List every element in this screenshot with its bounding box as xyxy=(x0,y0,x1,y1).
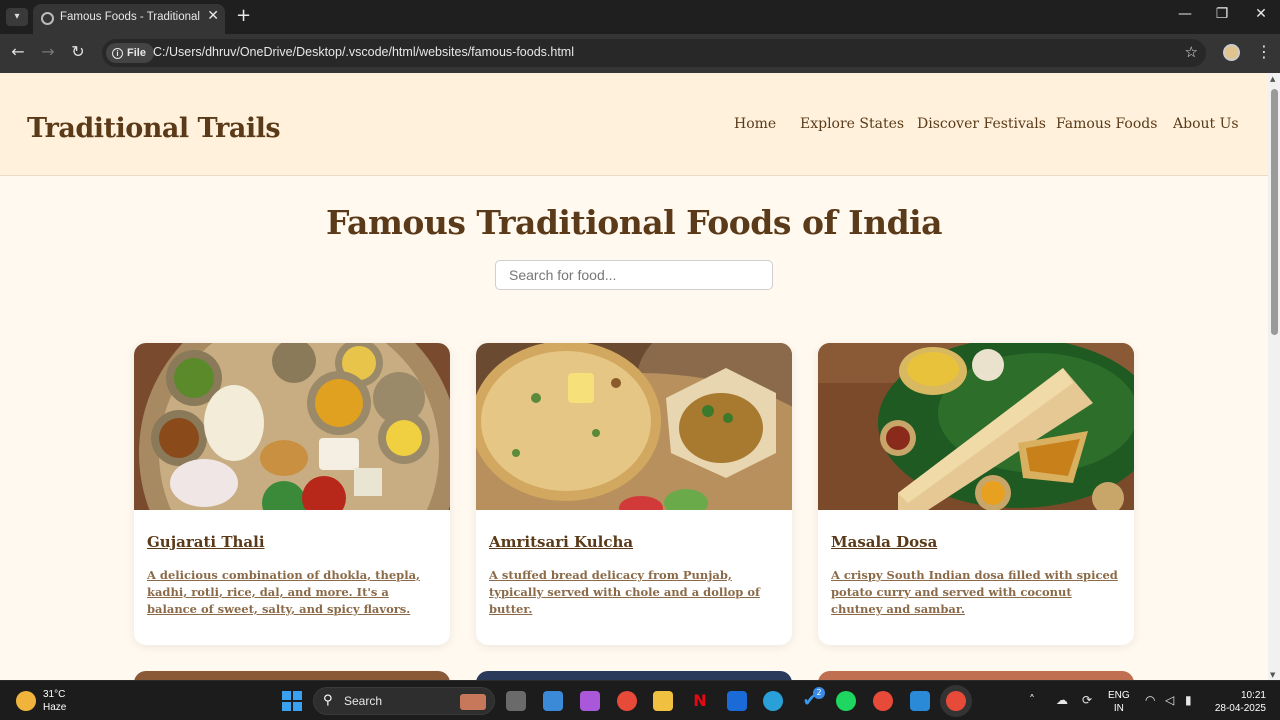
scroll-up-arrow-icon[interactable]: ▲ xyxy=(1270,75,1275,83)
tab-title: Famous Foods - Traditional Trails xyxy=(60,11,200,23)
browser-tab[interactable]: Famous Foods - Traditional Trails ✕ xyxy=(33,4,225,34)
food-description[interactable]: A crispy South Indian dosa filled with s… xyxy=(831,567,1123,618)
food-card[interactable]: Masala Dosa A crispy South Indian dosa f… xyxy=(818,343,1134,645)
browser-tab-bar: ▾ Famous Foods - Traditional Trails ✕ + … xyxy=(0,0,1280,34)
vscode-icon[interactable] xyxy=(910,691,930,711)
outlook-icon[interactable] xyxy=(727,691,747,711)
chrome-icon[interactable] xyxy=(617,691,637,711)
address-bar[interactable]: i File C:/Users/dhruv/OneDrive/Desktop/.v… xyxy=(102,39,1206,67)
scrollbar-thumb[interactable] xyxy=(1271,89,1278,335)
food-name[interactable]: Masala Dosa xyxy=(831,533,937,551)
close-tab-icon[interactable]: ✕ xyxy=(207,8,219,24)
search-icon: ⚲ xyxy=(323,693,333,708)
page-title: Famous Traditional Foods of India xyxy=(325,203,943,242)
window-close-icon[interactable]: ✕ xyxy=(1249,6,1273,22)
new-tab-icon[interactable]: + xyxy=(236,5,251,26)
battery-icon[interactable]: ▮ xyxy=(1185,693,1192,707)
weather-widget[interactable]: 31°C Haze xyxy=(43,688,66,714)
region-code: IN xyxy=(1113,703,1124,714)
amritsari-kulcha-image xyxy=(476,343,792,510)
nav-explore-states[interactable]: Explore States xyxy=(800,116,904,132)
site-info-chip[interactable]: i File xyxy=(106,43,154,63)
spotify-icon[interactable] xyxy=(836,691,856,711)
minimize-icon[interactable]: — xyxy=(1173,6,1197,22)
copilot-icon[interactable] xyxy=(580,691,600,711)
task-view-icon[interactable] xyxy=(506,691,526,711)
masala-dosa-image xyxy=(818,343,1134,510)
food-card[interactable]: Gujarati Thali A delicious combination o… xyxy=(134,343,450,645)
volume-icon[interactable]: ◁ xyxy=(1165,693,1174,707)
show-hidden-icons-icon[interactable]: ˄ xyxy=(1029,693,1035,707)
food-search-input[interactable] xyxy=(495,260,773,290)
page-scrollbar[interactable]: ▲ ▼ xyxy=(1268,73,1280,680)
reload-icon[interactable]: ↻ xyxy=(67,42,89,61)
clock[interactable]: 10:21 28-04-2025 xyxy=(1210,689,1266,715)
food-description[interactable]: A delicious combination of dhokla, thepl… xyxy=(147,567,439,618)
food-description[interactable]: A stuffed bread delicacy from Punjab, ty… xyxy=(489,567,781,618)
site-logo[interactable]: Traditional Trails xyxy=(27,113,281,144)
nav-about-us[interactable]: About Us xyxy=(1173,116,1239,132)
weather-haze-icon[interactable] xyxy=(16,691,36,711)
profile-avatar[interactable] xyxy=(1223,44,1240,61)
edge-icon[interactable] xyxy=(763,691,783,711)
taskbar-search-label: Search xyxy=(344,694,383,708)
temperature: 31°C xyxy=(43,689,66,700)
onedrive-icon[interactable]: ☁ xyxy=(1056,693,1068,707)
page-viewport: Traditional Trails Home Explore States D… xyxy=(0,73,1268,680)
file-explorer-icon[interactable] xyxy=(653,691,673,711)
language-code: ENG xyxy=(1108,690,1130,701)
chrome-active-icon[interactable] xyxy=(946,691,966,711)
file-label: File xyxy=(127,47,146,59)
food-card-peek[interactable] xyxy=(134,671,450,680)
food-name[interactable]: Amritsari Kulcha xyxy=(489,533,633,551)
netflix-icon[interactable]: N xyxy=(690,691,710,711)
search-highlight-icon xyxy=(460,694,486,710)
food-card-peek[interactable] xyxy=(476,671,792,680)
clock-time: 10:21 xyxy=(1240,690,1266,701)
restore-icon[interactable]: ❐ xyxy=(1210,6,1234,22)
tab-search-chevron-icon[interactable]: ▾ xyxy=(6,8,28,26)
nav-famous-foods[interactable]: Famous Foods xyxy=(1056,116,1157,132)
url-text[interactable]: C:/Users/dhruv/OneDrive/Desktop/.vscode/… xyxy=(153,45,574,59)
gujarati-thali-image xyxy=(134,343,450,510)
microsoft-store-icon[interactable] xyxy=(543,691,563,711)
language-indicator[interactable]: ENG IN xyxy=(1108,689,1130,715)
taskbar-search[interactable]: ⚲ Search xyxy=(313,687,495,715)
more-menu-icon[interactable]: ⋮ xyxy=(1256,42,1272,61)
food-card-peek[interactable] xyxy=(818,671,1134,680)
sync-icon[interactable]: ⟳ xyxy=(1082,693,1092,707)
nav-discover-festivals[interactable]: Discover Festivals xyxy=(917,116,1046,132)
taskbar: 31°C Haze ⚲ Search N ✔ 2 ˄ ☁ ⟳ ENG IN ◠ … xyxy=(0,680,1280,720)
back-icon[interactable]: ← xyxy=(7,42,29,61)
info-icon: i xyxy=(112,48,123,59)
globe-icon xyxy=(41,12,54,25)
forward-icon[interactable]: → xyxy=(37,42,59,61)
nav-home[interactable]: Home xyxy=(734,116,776,132)
weather-condition: Haze xyxy=(43,702,67,713)
chrome-profile-icon[interactable] xyxy=(873,691,893,711)
site-header: Traditional Trails Home Explore States D… xyxy=(0,73,1268,176)
food-card[interactable]: Amritsari Kulcha A stuffed bread delicac… xyxy=(476,343,792,645)
windows-start-icon[interactable] xyxy=(282,691,302,711)
browser-toolbar: ← → ↻ i File C:/Users/dhruv/OneDrive/Desk… xyxy=(0,34,1280,73)
notification-badge: 2 xyxy=(813,687,825,699)
clock-date: 28-04-2025 xyxy=(1214,703,1266,714)
bookmark-star-icon[interactable]: ☆ xyxy=(1185,43,1198,61)
scroll-down-arrow-icon[interactable]: ▼ xyxy=(1270,671,1275,679)
food-name[interactable]: Gujarati Thali xyxy=(147,533,265,551)
wifi-icon[interactable]: ◠ xyxy=(1145,693,1155,707)
